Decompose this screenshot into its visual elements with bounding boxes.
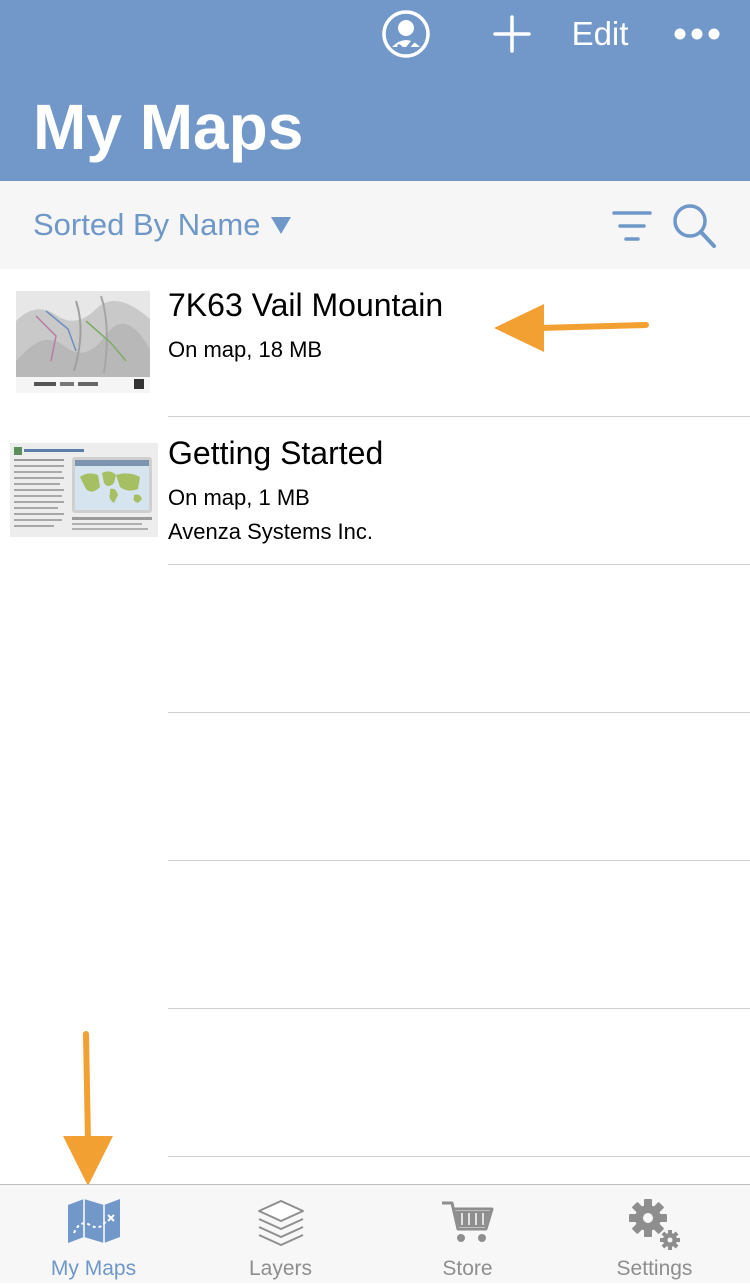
search-button[interactable] xyxy=(670,201,718,251)
tab-store[interactable]: Store xyxy=(374,1185,561,1284)
map-icon xyxy=(67,1199,120,1243)
row-divider xyxy=(168,860,750,861)
add-map-button[interactable] xyxy=(486,8,538,60)
tab-layers[interactable]: Layers xyxy=(187,1185,374,1284)
tab-label: Settings xyxy=(616,1257,693,1280)
page-title: My Maps xyxy=(33,91,304,163)
search-icon xyxy=(673,204,716,248)
more-button[interactable] xyxy=(666,14,728,54)
sort-label: Sorted By Name xyxy=(33,207,261,242)
row-divider xyxy=(168,1156,750,1157)
map-list: 7K63 Vail Mountain On map, 18 MB Getting… xyxy=(0,269,750,1184)
tab-settings[interactable]: Settings xyxy=(561,1185,748,1284)
tab-my-maps[interactable]: My Maps xyxy=(0,1185,187,1284)
map-status: On map, 1 MB xyxy=(168,485,310,510)
map-status: On map, 18 MB xyxy=(168,337,323,362)
profile-icon xyxy=(382,10,430,58)
row-divider xyxy=(168,1008,750,1009)
plus-icon xyxy=(493,15,531,53)
map-title: Getting Started xyxy=(168,435,384,471)
filter-button[interactable] xyxy=(610,207,654,245)
sort-bar: Sorted By Name xyxy=(0,181,750,269)
caret-down-icon xyxy=(270,215,292,235)
edit-button[interactable]: Edit xyxy=(560,10,640,58)
gear-icon xyxy=(628,1199,680,1250)
row-divider xyxy=(168,416,750,417)
map-row-getting-started[interactable]: Getting Started On map, 1 MB Avenza Syst… xyxy=(0,417,750,565)
map-title: 7K63 Vail Mountain xyxy=(168,287,444,323)
layers-icon xyxy=(257,1200,304,1246)
nav-header: Edit My Maps xyxy=(0,0,750,181)
map-thumbnail xyxy=(10,443,158,537)
sort-selector[interactable]: Sorted By Name xyxy=(33,205,292,245)
map-publisher: Avenza Systems Inc. xyxy=(168,519,374,544)
cart-icon xyxy=(441,1201,493,1242)
row-divider xyxy=(168,564,750,565)
tab-bar: My Maps Layers Store Settings xyxy=(0,1184,750,1283)
filter-icon xyxy=(612,211,652,241)
tab-label: Store xyxy=(442,1257,493,1280)
tab-label: Layers xyxy=(248,1257,313,1280)
map-thumbnail xyxy=(16,291,150,393)
tab-label: My Maps xyxy=(50,1257,137,1280)
row-divider xyxy=(168,712,750,713)
map-row-vail-mountain[interactable]: 7K63 Vail Mountain On map, 18 MB xyxy=(0,269,750,417)
profile-button[interactable] xyxy=(378,6,434,62)
more-icon xyxy=(674,28,720,40)
